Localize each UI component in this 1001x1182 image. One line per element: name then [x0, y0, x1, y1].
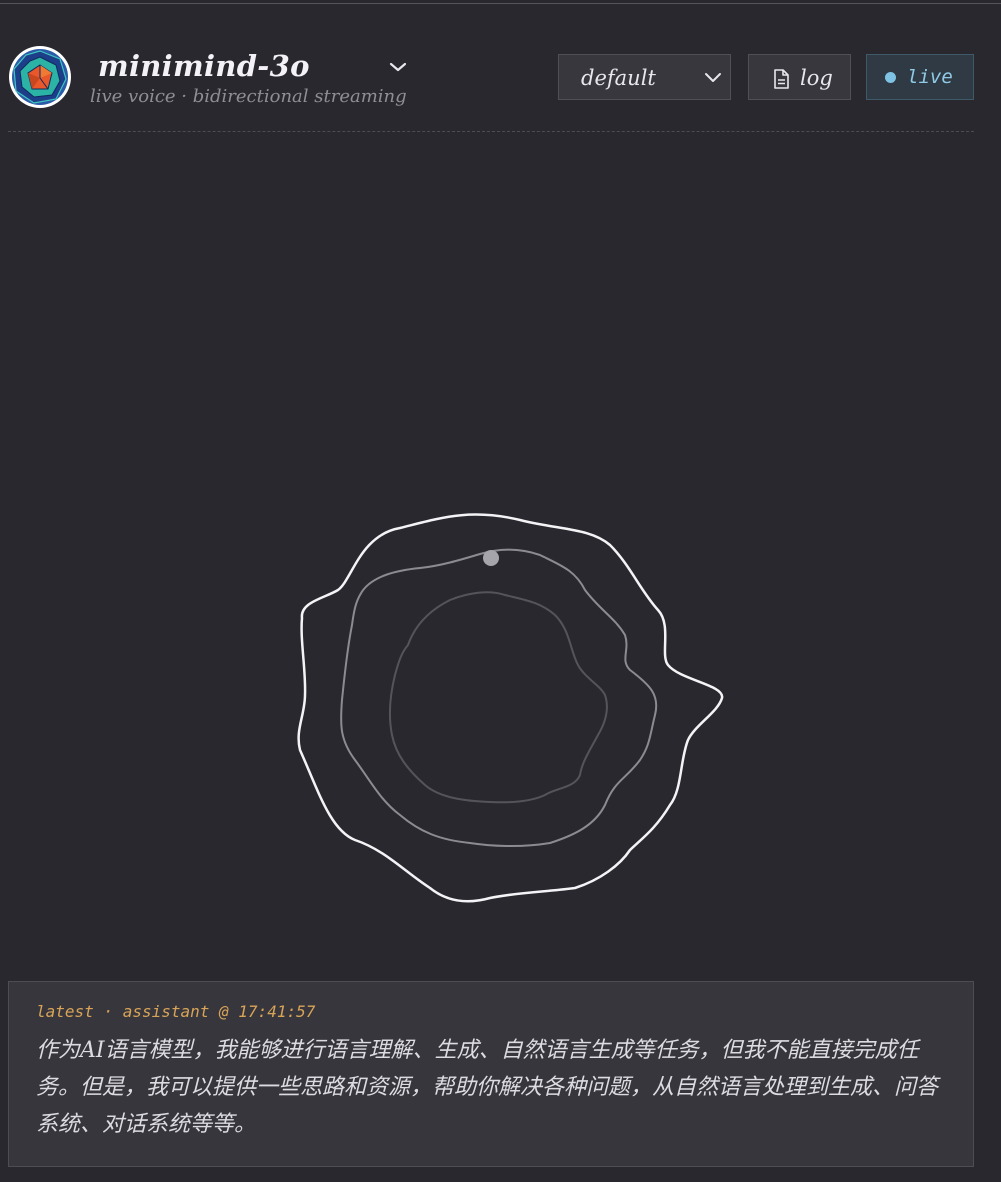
voice-select-value: default [581, 66, 656, 90]
app-header: minimind-3o live voice · bidirectional s… [8, 45, 974, 111]
voice-select[interactable]: default [558, 54, 731, 100]
waveform-outer-ring [297, 513, 724, 903]
app-subtitle: live voice · bidirectional streaming [90, 86, 407, 107]
latest-message-panel: latest · assistant @ 17:41:57 作为AI语言模型，我… [8, 981, 974, 1167]
live-status-dot [885, 72, 896, 83]
chevron-down-icon[interactable] [386, 57, 410, 77]
polyhedron-logo-icon [8, 45, 72, 109]
live-button[interactable]: live [866, 54, 974, 100]
document-icon [774, 69, 789, 89]
voice-visualizer [0, 140, 1001, 970]
app-title: minimind-3o [98, 49, 310, 83]
log-button[interactable]: log [748, 54, 851, 100]
waveform-center-dot [483, 550, 499, 566]
log-button-label: log [800, 66, 833, 90]
message-text: 作为AI语言模型，我能够进行语言理解、生成、自然语言生成等任务，但我不能直接完成… [36, 1038, 939, 1137]
window-top-border [0, 3, 1001, 4]
message-meta: latest · assistant @ 17:41:57 [36, 1002, 316, 1021]
chevron-down-icon [705, 73, 721, 82]
waveform-inner-ring [388, 591, 608, 804]
header-divider [8, 131, 974, 132]
live-button-label: live [907, 66, 953, 88]
